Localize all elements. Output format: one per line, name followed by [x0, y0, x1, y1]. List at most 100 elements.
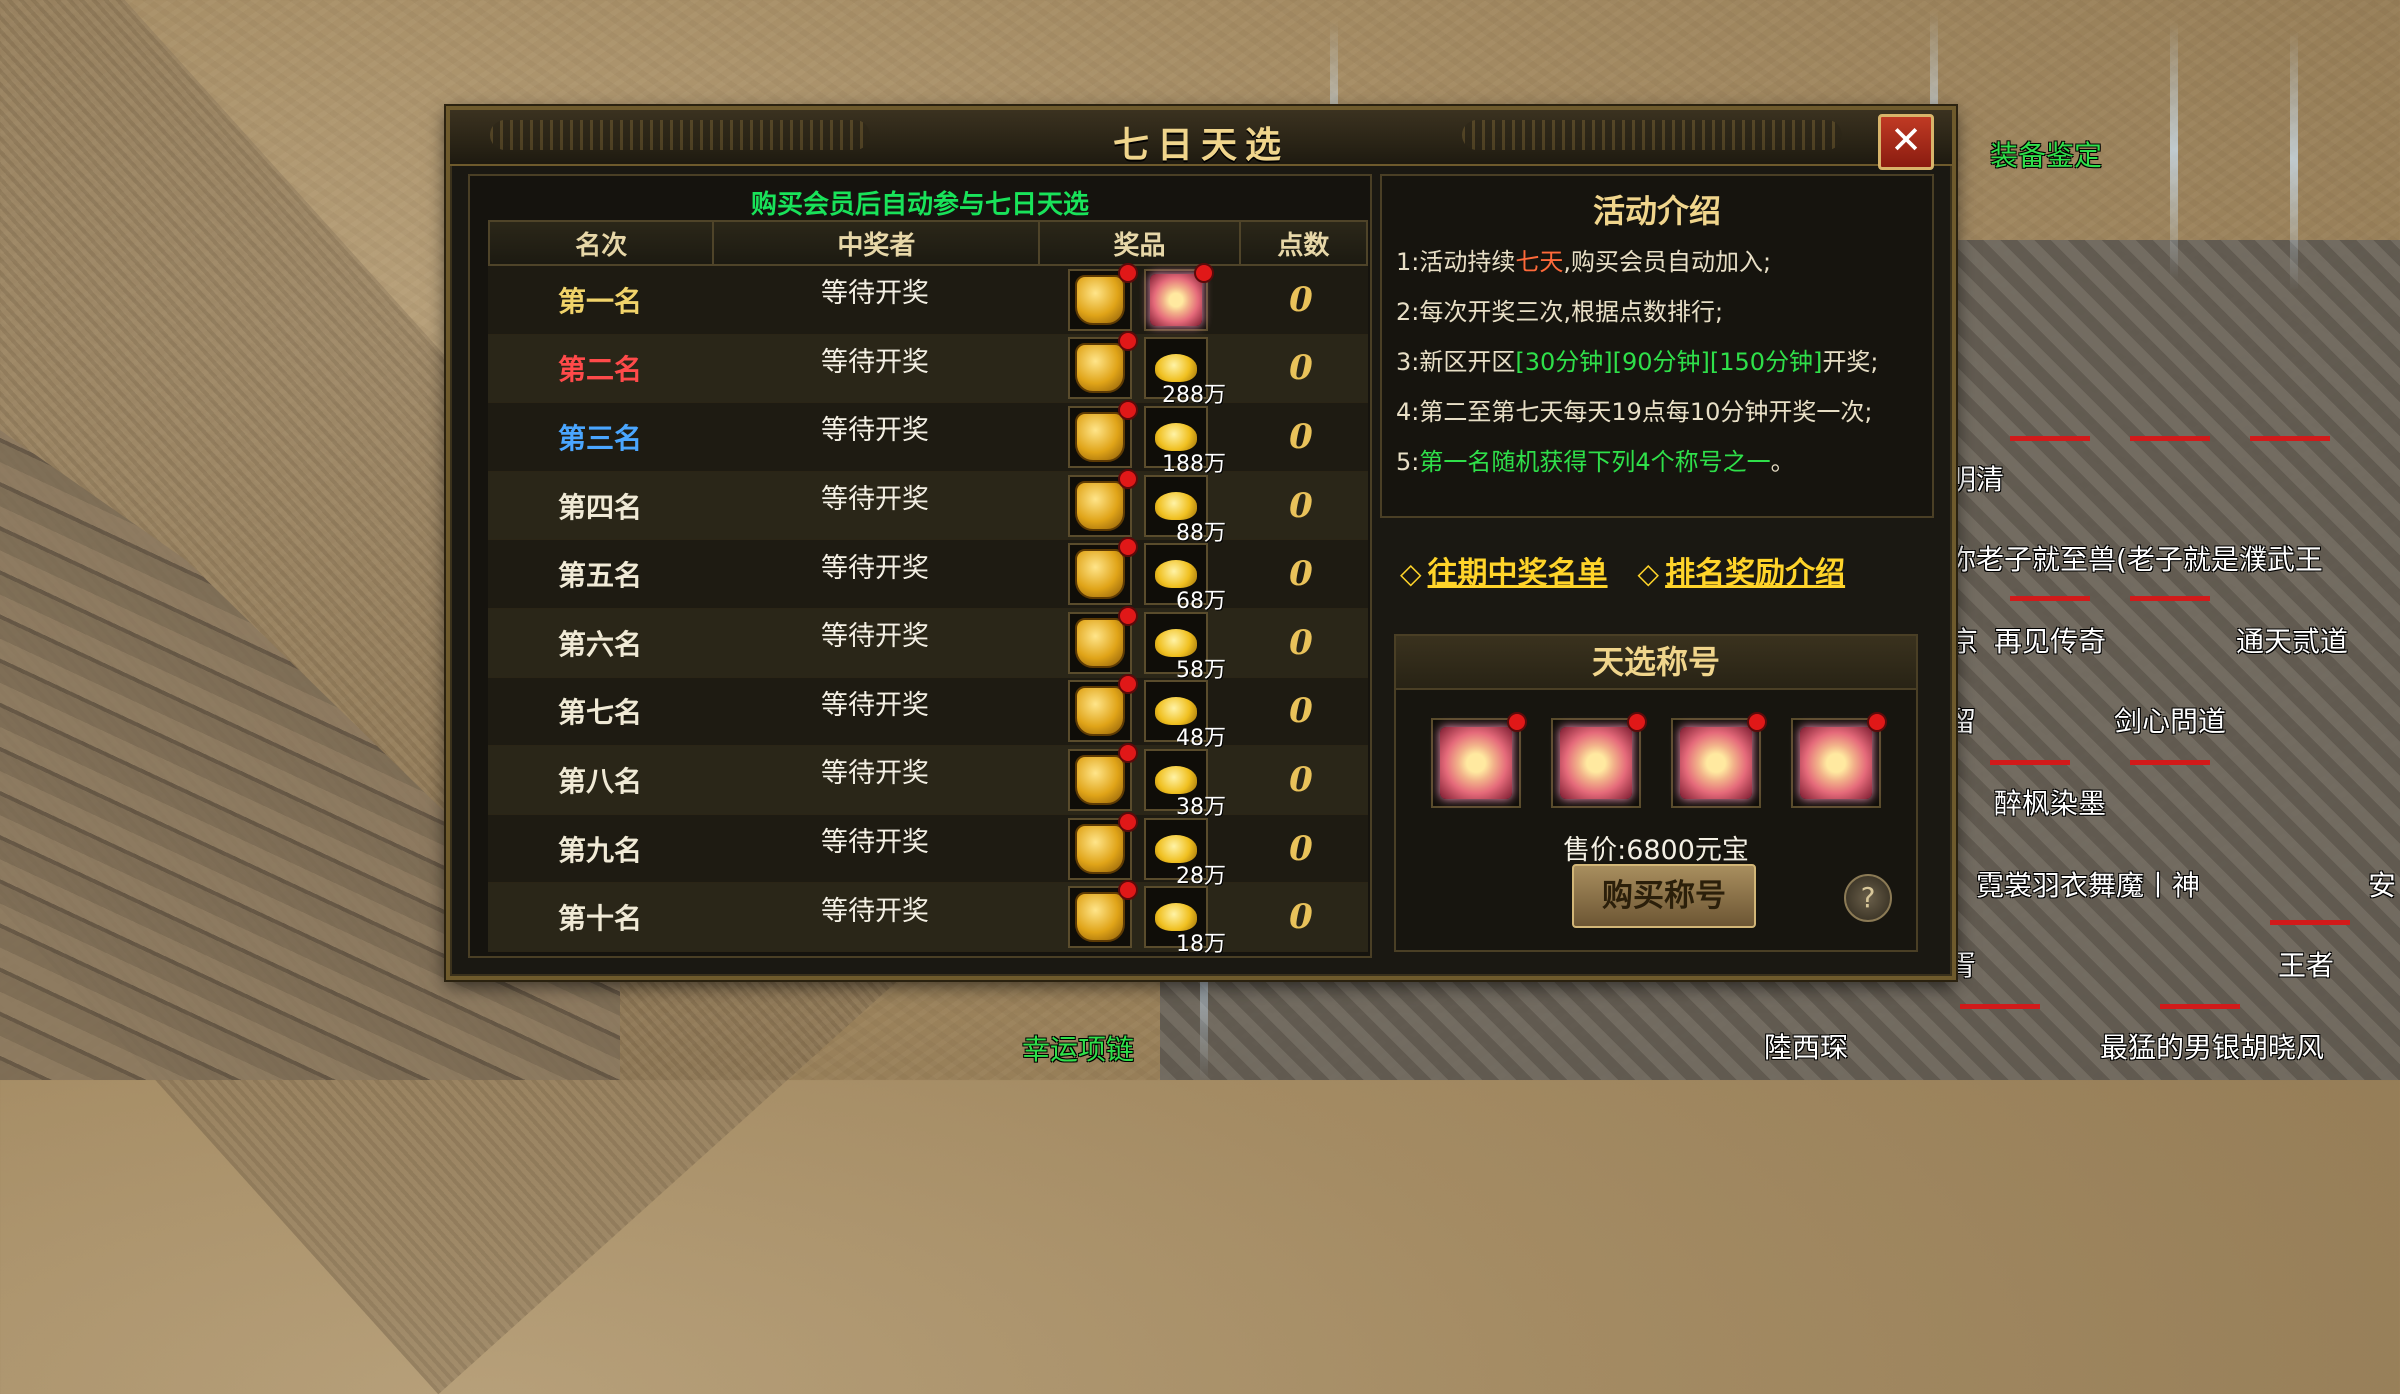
- hp-bar: [2010, 436, 2090, 441]
- hp-bar: [1960, 1004, 2040, 1009]
- prize-slot-bag[interactable]: [1068, 537, 1138, 606]
- hp-bar: [2130, 436, 2210, 441]
- title-slot-4[interactable]: [1791, 712, 1887, 808]
- winner-status: 等待开奖: [821, 621, 929, 653]
- prize-slot-reward[interactable]: [1144, 262, 1214, 331]
- red-dot-icon: [1507, 712, 1527, 732]
- prize-slot-reward[interactable]: 28万: [1144, 817, 1226, 889]
- prize-cell: 88万: [1038, 468, 1238, 546]
- prize-slot-reward[interactable]: 68万: [1144, 543, 1226, 614]
- score-value: 0: [1289, 348, 1313, 389]
- rank-rewards-label[interactable]: 排名奖励介绍: [1665, 556, 1845, 591]
- score-cell: 0: [1238, 883, 1364, 951]
- prize-cell: 288万: [1038, 331, 1238, 408]
- red-dot-icon: [1867, 712, 1887, 732]
- score-cell: 0: [1238, 609, 1364, 677]
- title-icons-row: [1396, 690, 1916, 808]
- winner-cell: 等待开奖: [712, 746, 1038, 814]
- rank-label: 第一名: [557, 284, 642, 318]
- rank-label: 第三名: [557, 421, 642, 455]
- winner-status: 等待开奖: [821, 552, 929, 584]
- rank-label: 第十名: [557, 902, 642, 936]
- score-value: 0: [1289, 828, 1313, 869]
- score-cell: 0: [1238, 266, 1364, 334]
- title-shop: 天选称号 售价:6800元宝 购买称号 ?: [1394, 634, 1918, 952]
- panel-title-bar[interactable]: 七日天选: [450, 110, 1952, 166]
- title-badge-icon: [1560, 727, 1632, 799]
- table-row: 第六名 等待开奖 58万 0: [488, 605, 1368, 683]
- prize-slot-bag[interactable]: [1068, 880, 1138, 949]
- rank-label: 第八名: [557, 764, 642, 798]
- score-cell: 0: [1238, 678, 1364, 746]
- rank-cell: 第四名: [488, 472, 712, 540]
- table-row: 第八名 等待开奖 38万 0: [488, 742, 1368, 820]
- prize-slot-bag[interactable]: [1068, 811, 1138, 880]
- prize-slot-bag[interactable]: [1068, 331, 1138, 400]
- rule-highlight: [90分钟]: [1612, 348, 1710, 376]
- close-button[interactable]: ✕: [1878, 114, 1934, 170]
- prize-slot-reward[interactable]: 38万: [1144, 748, 1226, 820]
- light-beam: [2290, 30, 2298, 290]
- player-name[interactable]: 霓裳羽衣舞魔丨神: [1976, 864, 2200, 904]
- prize-cell: 38万: [1038, 742, 1238, 820]
- buy-title-button[interactable]: 购买称号: [1572, 864, 1756, 928]
- title-slot-3[interactable]: [1671, 712, 1767, 808]
- rule-highlight: 第一名随机获得下列4个称号之一: [1419, 448, 1771, 476]
- money-bag-icon: [1075, 686, 1125, 737]
- winner-cell: 等待开奖: [712, 403, 1038, 471]
- player-name[interactable]: 王者: [2278, 944, 2334, 984]
- prize-items: 48万: [1068, 674, 1226, 751]
- intro-rule-4: 4:第二至第七天每天19点每10分钟开奖一次;: [1396, 398, 1873, 426]
- hp-bar: [2250, 436, 2330, 441]
- title-badge-icon: [1150, 273, 1202, 326]
- title-slot-2[interactable]: [1551, 712, 1647, 808]
- player-name[interactable]: 安: [2368, 864, 2396, 904]
- player-name[interactable]: 通天贰道: [2236, 620, 2348, 660]
- title-price: 售价:6800元宝: [1563, 835, 1749, 866]
- rank-cell: 第七名: [488, 678, 712, 746]
- score-cell: 0: [1238, 335, 1364, 403]
- prize-slot-bag[interactable]: [1068, 605, 1138, 674]
- player-name[interactable]: 最猛的男银胡晓风: [2100, 1026, 2324, 1066]
- history-winners-label[interactable]: 往期中奖名单: [1428, 556, 1608, 591]
- player-name[interactable]: 陸西琛: [1764, 1026, 1848, 1066]
- money-bag-icon: [1075, 274, 1125, 325]
- rank-cell: 第十名: [488, 883, 712, 951]
- player-name[interactable]: 再见传奇: [1994, 620, 2106, 660]
- prize-slot-reward[interactable]: 48万: [1144, 680, 1226, 751]
- header-rank: 名次: [490, 222, 715, 264]
- rank-rewards-link[interactable]: ◇ 排名奖励介绍: [1638, 548, 1846, 592]
- player-name[interactable]: 你老子就至兽(老子就是濮武王: [1948, 538, 2323, 578]
- item-name[interactable]: 幸运项链: [1022, 1028, 1134, 1068]
- header-score: 点数: [1277, 230, 1330, 261]
- help-button[interactable]: ?: [1844, 874, 1892, 922]
- prize-slot-reward[interactable]: 58万: [1144, 611, 1226, 683]
- prize-slot-reward[interactable]: 88万: [1144, 474, 1226, 546]
- rule-highlight: 七天: [1515, 248, 1564, 276]
- npc-name[interactable]: 装备鉴定: [1990, 134, 2102, 174]
- ranking-table: 名次 中奖者 奖品 点数 第一名 等待开奖 0 第二名 等待开奖 288万 0 第三名 等待开奖…: [488, 220, 1368, 957]
- rule-text: 。: [1770, 448, 1795, 476]
- winner-cell: 等待开奖: [712, 540, 1038, 608]
- prize-slot-bag[interactable]: [1068, 262, 1138, 331]
- prize-slot-reward[interactable]: 18万: [1144, 886, 1226, 957]
- prize-items: 188万: [1068, 399, 1226, 477]
- rank-cell: 第三名: [488, 403, 712, 471]
- prize-slot-bag[interactable]: [1068, 468, 1138, 537]
- player-name[interactable]: 醉枫染墨: [1994, 782, 2106, 822]
- prize-slot-reward[interactable]: 288万: [1144, 337, 1226, 408]
- prize-slot-bag[interactable]: [1068, 399, 1138, 468]
- player-name[interactable]: 剑心問道: [2114, 700, 2226, 740]
- history-winners-link[interactable]: ◇ 往期中奖名单: [1400, 548, 1608, 592]
- score-value: 0: [1289, 416, 1313, 457]
- title-shop-heading: 天选称号: [1396, 636, 1916, 690]
- prize-slot-reward[interactable]: 188万: [1144, 405, 1226, 477]
- table-row: 第十名 等待开奖 18万 0: [488, 880, 1368, 957]
- prize-items: 288万: [1068, 331, 1226, 408]
- participation-notice: 购买会员后自动参与七日天选: [750, 190, 1089, 220]
- player-name[interactable]: 明清: [1948, 458, 2004, 498]
- prize-slot-bag[interactable]: [1068, 674, 1138, 743]
- intro-rule-5: 5:第一名随机获得下列4个称号之一。: [1396, 442, 1795, 477]
- title-slot-1[interactable]: [1431, 712, 1527, 808]
- prize-slot-bag[interactable]: [1068, 742, 1138, 811]
